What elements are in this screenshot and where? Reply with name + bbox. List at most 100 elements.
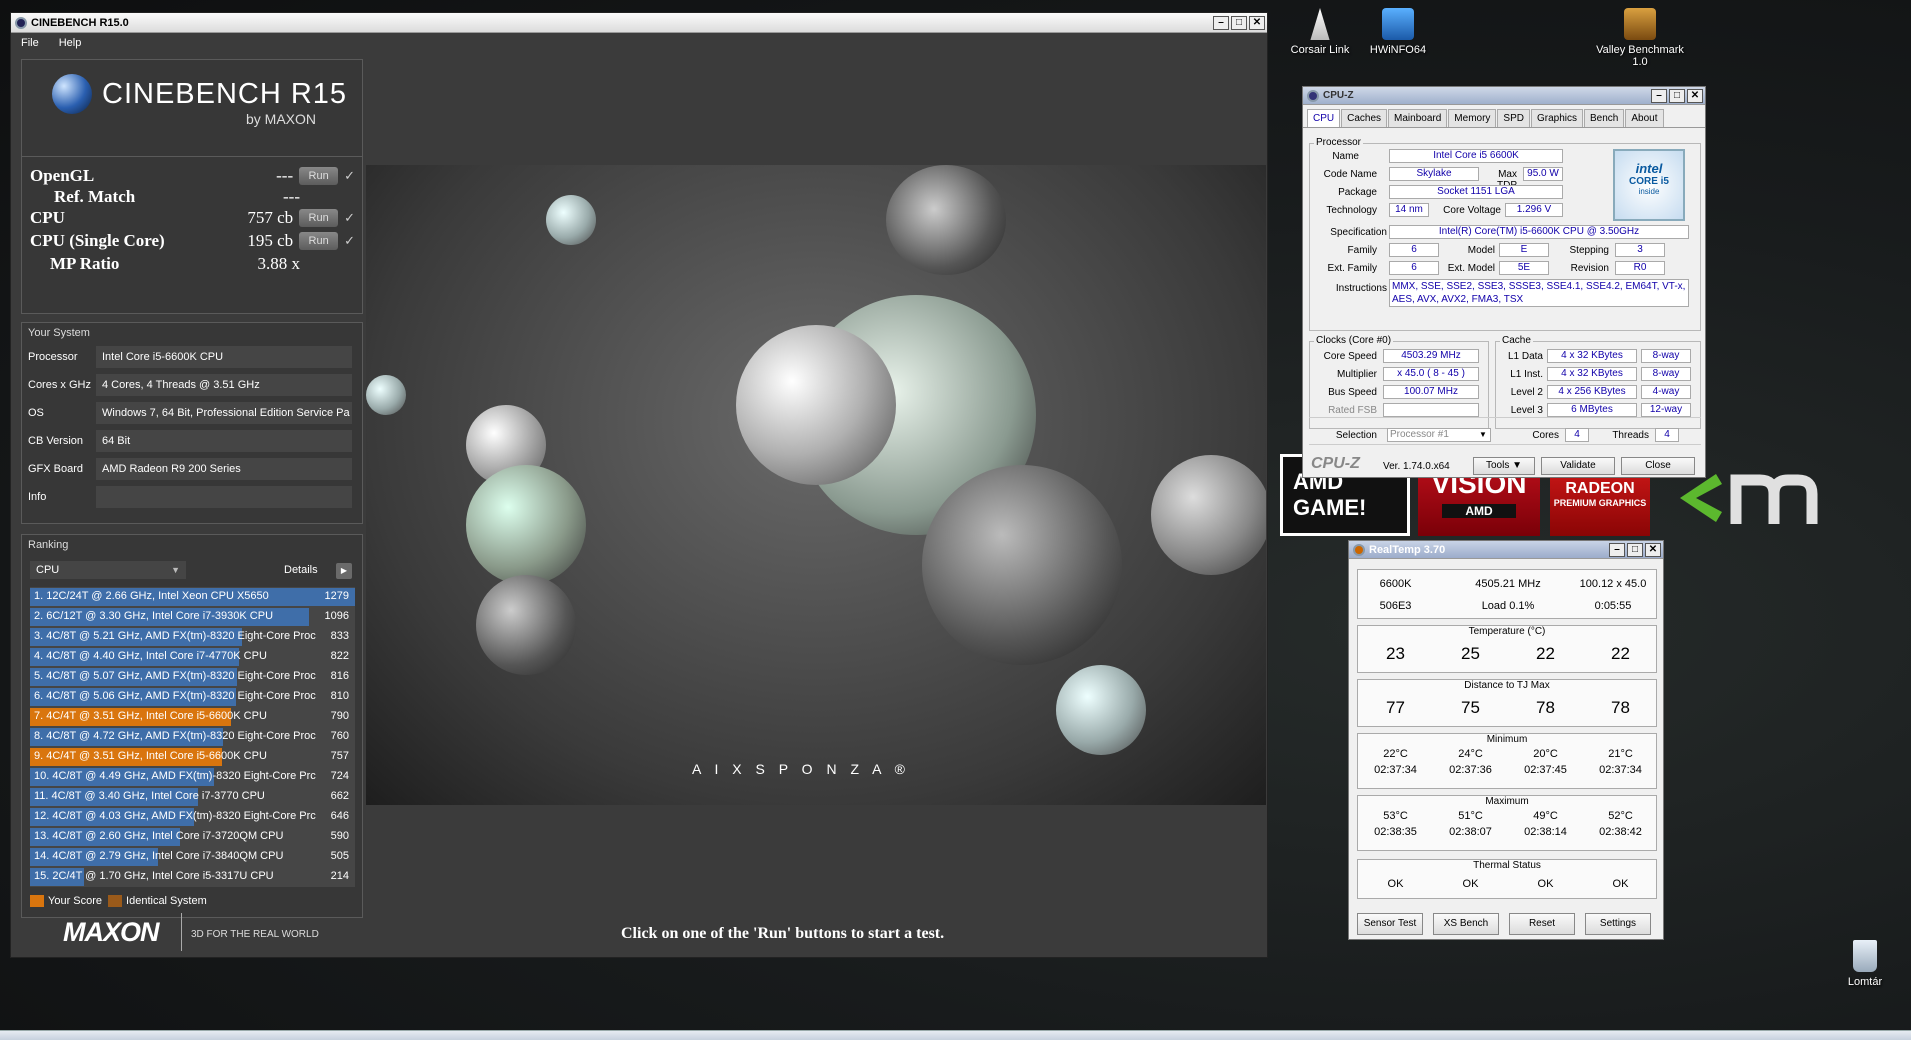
validate-button[interactable]: Validate (1541, 457, 1615, 475)
codename-field: Skylake (1389, 167, 1479, 181)
details-label[interactable]: Details (284, 561, 318, 579)
cpuz-titlebar[interactable]: CPU-Z – □ ✕ (1303, 87, 1705, 105)
xs-bench-button[interactable]: XS Bench (1433, 913, 1499, 935)
ranking-row[interactable]: 1. 12C/24T @ 2.66 GHz, Intel Xeon CPU X5… (30, 587, 355, 607)
core-0-value: 02:38:35 (1374, 826, 1417, 838)
system-row: CB Version 64 Bit (22, 427, 362, 455)
cpu-name-field: Intel Core i5 6600K (1389, 149, 1563, 163)
tab-mainboard[interactable]: Mainboard (1388, 109, 1448, 127)
realtemp-window: RealTemp 3.70 – □ ✕ 6600K 4505.21 MHz 100.… (1348, 540, 1664, 940)
maximize-button[interactable]: □ (1627, 542, 1643, 557)
core-2-value: 49°C (1533, 810, 1558, 822)
check-icon: ✓ (344, 233, 356, 249)
core-1-value: 25 (1461, 644, 1480, 663)
run-cpu-single-button[interactable]: Run (299, 232, 339, 250)
sensor-test-button[interactable]: Sensor Test (1357, 913, 1423, 935)
tab-graphics[interactable]: Graphics (1530, 109, 1583, 127)
minimize-button[interactable]: – (1651, 88, 1667, 103)
core-0-value: 02:37:34 (1374, 764, 1417, 776)
core-0-value: 53°C (1383, 810, 1408, 822)
cinebench-window: CINEBENCH R15.0 – □ ✕ File Help CINEBENCH R… (10, 12, 1268, 958)
left-column: CINEBENCH R15 by MAXON OpenGL --- Run ✓ Ref… (21, 59, 363, 918)
tab-bench[interactable]: Bench (1584, 109, 1625, 127)
render-viewport: A I X S P O N Z A ® (366, 165, 1266, 805)
processor-select[interactable]: Processor #1 (1387, 428, 1491, 442)
check-icon: ✓ (344, 168, 356, 184)
ranking-row[interactable]: 8. 4C/8T @ 4.72 GHz, AMD FX(tm)-8320 Eig… (30, 727, 355, 747)
ranking-row[interactable]: 4. 4C/8T @ 4.40 GHz, Intel Core i7-4770K… (30, 647, 355, 667)
desktop-icon-valley[interactable]: Valley Benchmark 1.0 (1592, 8, 1688, 68)
close-button[interactable]: ✕ (1645, 542, 1661, 557)
ranking-row[interactable]: 9. 4C/4T @ 3.51 GHz, Intel Core i5-6600K… (30, 747, 355, 767)
chevron-down-icon[interactable]: ▼ (1479, 430, 1487, 439)
core-3-value: 02:37:34 (1599, 764, 1642, 776)
tools-button[interactable]: Tools ▼ (1473, 457, 1535, 475)
chevron-down-icon: ▼ (171, 565, 180, 575)
identical-system-swatch (108, 895, 123, 907)
ranking-select[interactable]: CPU ▼ (30, 561, 186, 579)
maxon-footer: MAXON 3D FOR THE REAL WORLD (21, 913, 363, 953)
ranking-row[interactable]: 13. 4C/8T @ 2.60 GHz, Intel Core i7-3720… (30, 827, 355, 847)
system-value: Intel Core i5-6600K CPU (96, 346, 352, 368)
ranking-row[interactable]: 11. 4C/8T @ 3.40 GHz, Intel Core i7-3770… (30, 787, 355, 807)
corsair-icon (1310, 8, 1330, 40)
desktop-icon-recycle-bin[interactable]: Lomtár (1830, 940, 1900, 988)
ranking-row[interactable]: 12. 4C/8T @ 4.03 GHz, AMD FX(tm)-8320 Ei… (30, 807, 355, 827)
run-cpu-button[interactable]: Run (299, 209, 339, 227)
system-row: Processor Intel Core i5-6600K CPU (22, 343, 362, 371)
core-3-value: 52°C (1608, 810, 1633, 822)
tab-about[interactable]: About (1625, 109, 1664, 127)
details-arrow-icon[interactable]: ▶ (336, 563, 352, 579)
ranking-row[interactable]: 6. 4C/8T @ 5.06 GHz, AMD FX(tm)-8320 Eig… (30, 687, 355, 707)
cpuz-brand: CPU-Z (1311, 455, 1360, 472)
tab-cpu[interactable]: CPU (1307, 109, 1341, 127)
hwinfo-icon (1382, 8, 1414, 40)
system-value: AMD Radeon R9 200 Series (96, 458, 352, 480)
minimize-button[interactable]: – (1213, 15, 1229, 30)
ranking-row[interactable]: 14. 4C/8T @ 2.79 GHz, Intel Core i7-3840… (30, 847, 355, 867)
taskbar[interactable] (0, 1030, 1911, 1040)
your-system-panel: Your System Processor Intel Core i5-6600K… (21, 322, 363, 524)
valley-icon (1624, 8, 1656, 40)
tab-spd[interactable]: SPD (1497, 109, 1530, 127)
maximize-button[interactable]: □ (1669, 88, 1685, 103)
core-3-value: OK (1612, 878, 1629, 890)
core-0-value: 23 (1386, 644, 1405, 663)
cinebench-titlebar[interactable]: CINEBENCH R15.0 – □ ✕ (11, 13, 1267, 33)
aixsponza-credit: A I X S P O N Z A ® (692, 761, 910, 777)
tab-memory[interactable]: Memory (1448, 109, 1497, 127)
maximize-button[interactable]: □ (1231, 15, 1247, 30)
menu-help[interactable]: Help (59, 37, 82, 49)
settings-button[interactable]: Settings (1585, 913, 1651, 935)
maximum-box: Maximum 53°C 51°C 49°C 52°C 02:38:35 02:38:07 0… (1357, 795, 1657, 851)
scores-panel: OpenGL --- Run ✓ Ref. Match --- CPU 757 cb Run… (21, 157, 363, 314)
system-value: 64 Bit (96, 430, 352, 452)
ranking-row[interactable]: 5. 4C/8T @ 5.07 GHz, AMD FX(tm)-8320 Eig… (30, 667, 355, 687)
core-3-value: 22 (1611, 644, 1630, 663)
tab-caches[interactable]: Caches (1341, 109, 1388, 127)
core-2-value: 02:38:14 (1524, 826, 1567, 838)
close-button[interactable]: ✕ (1687, 88, 1703, 103)
score-opengl: OpenGL --- Run ✓ (30, 166, 356, 185)
minimum-box: Minimum 22°C 24°C 20°C 21°C 02:37:34 02:37:36 0… (1357, 733, 1657, 789)
minimize-button[interactable]: – (1609, 542, 1625, 557)
maxon-logo: MAXON (63, 917, 159, 947)
score-cpu: CPU 757 cb Run ✓ (30, 208, 356, 227)
recycle-bin-icon (1853, 940, 1877, 972)
reset-button[interactable]: Reset (1509, 913, 1575, 935)
core-2-value: 22 (1536, 644, 1555, 663)
run-opengl-button[interactable]: Run (299, 167, 339, 185)
cinebench-logo: CINEBENCH R15 by MAXON (21, 59, 363, 157)
close-button[interactable]: ✕ (1249, 15, 1265, 30)
desktop-icon-hwinfo[interactable]: HWiNFO64 (1350, 8, 1446, 56)
core-0-value: 22°C (1383, 748, 1408, 760)
ranking-row[interactable]: 15. 2C/4T @ 1.70 GHz, Intel Core i5-3317… (30, 867, 355, 887)
ranking-row[interactable]: 10. 4C/8T @ 4.49 GHz, AMD FX(tm)-8320 Ei… (30, 767, 355, 787)
ranking-row[interactable]: 2. 6C/12T @ 3.30 GHz, Intel Core i7-3930… (30, 607, 355, 627)
ranking-row[interactable]: 3. 4C/8T @ 5.21 GHz, AMD FX(tm)-8320 Eig… (30, 627, 355, 647)
menu-file[interactable]: File (21, 37, 39, 49)
core-1-value: OK (1462, 878, 1479, 890)
realtemp-titlebar[interactable]: RealTemp 3.70 – □ ✕ (1349, 541, 1663, 559)
cpuz-close-button[interactable]: Close (1621, 457, 1695, 475)
ranking-row[interactable]: 7. 4C/4T @ 3.51 GHz, Intel Core i5-6600K… (30, 707, 355, 727)
